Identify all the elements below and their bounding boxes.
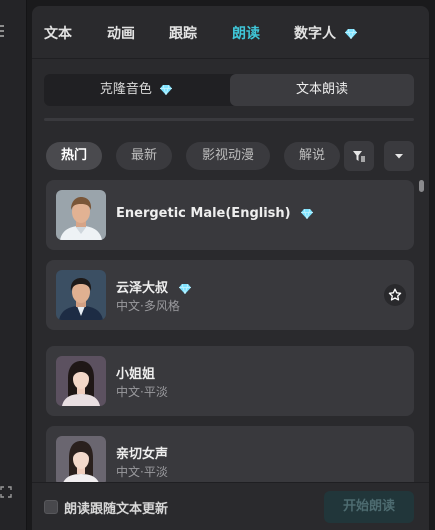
fullscreen-icon[interactable] [0,486,12,498]
voice-name-text: Energetic Male(English) [116,206,291,221]
voice-name: 小姐姐 [116,367,156,382]
voice-avatar [56,436,106,482]
voice-avatar [56,356,106,406]
start-reading-button[interactable]: 开始朗读 [324,491,414,523]
footer-bar: 朗读跟随文本更新 开始朗读 [32,482,429,530]
tab-text[interactable]: 文本 [44,23,72,43]
voice-card[interactable]: 云泽大叔 中文·多风格 [46,260,414,330]
filter-chip-film-anime[interactable]: 影视动漫 [186,142,270,170]
menu-lines-icon[interactable] [0,25,6,37]
left-side-panel [0,0,27,530]
voice-name-text: 云泽大叔 [116,281,169,296]
list-scrollbar[interactable] [419,180,424,192]
voice-name: 亲切女声 [116,447,169,462]
text-properties-panel: 文本 动画 跟踪 朗读 数字人 克隆音色 文本朗读 热门 最新 影视动漫 解说 [32,6,429,530]
tab-animation[interactable]: 动画 [107,23,135,43]
voice-name: Energetic Male(English) [116,206,314,221]
voice-card[interactable]: Energetic Male(English) [46,180,414,250]
filter-icon [353,151,365,162]
filter-button[interactable] [344,141,374,171]
voice-list: Energetic Male(English) 云泽大叔 中文·多风格 小姐姐 … [46,180,414,482]
clone-voice-button[interactable]: 克隆音色 [44,74,228,106]
text-to-speech-button[interactable]: 文本朗读 [230,74,414,106]
diamond-vip-icon [178,283,191,294]
tab-tracking[interactable]: 跟踪 [169,23,197,43]
category-dropdown-button[interactable] [384,141,414,171]
sync-update-label: 朗读跟随文本更新 [64,502,169,517]
voice-mode-toggle: 克隆音色 文本朗读 [44,74,414,106]
voice-card[interactable]: 亲切女声 中文·平淡 [46,426,414,482]
clone-voice-label: 克隆音色 [99,82,152,97]
voice-card[interactable]: 小姐姐 中文·平淡 [46,346,414,416]
voice-avatar [56,270,106,320]
tab-digital-human-label: 数字人 [294,26,336,42]
diamond-vip-icon [301,208,314,219]
section-divider [44,118,414,121]
voice-subtitle: 中文·平淡 [116,385,168,399]
filter-chip-latest[interactable]: 最新 [116,142,172,170]
filter-chip-hot[interactable]: 热门 [46,142,102,170]
voice-subtitle: 中文·平淡 [116,465,168,479]
voice-avatar [56,190,106,240]
diamond-vip-icon [160,84,173,95]
tab-bar: 文本 动画 跟踪 朗读 数字人 [32,6,429,59]
sync-update-checkbox[interactable] [44,500,58,514]
caret-down-icon [395,154,403,159]
tab-digital-human[interactable]: 数字人 [294,23,357,43]
voice-subtitle: 中文·多风格 [116,299,180,313]
diamond-vip-icon [344,29,357,39]
star-icon [388,288,402,301]
voice-name: 云泽大叔 [116,277,191,296]
tab-read-aloud[interactable]: 朗读 [232,23,260,43]
favorite-button[interactable] [384,284,406,306]
filter-chip-commentary[interactable]: 解说 [284,142,340,170]
